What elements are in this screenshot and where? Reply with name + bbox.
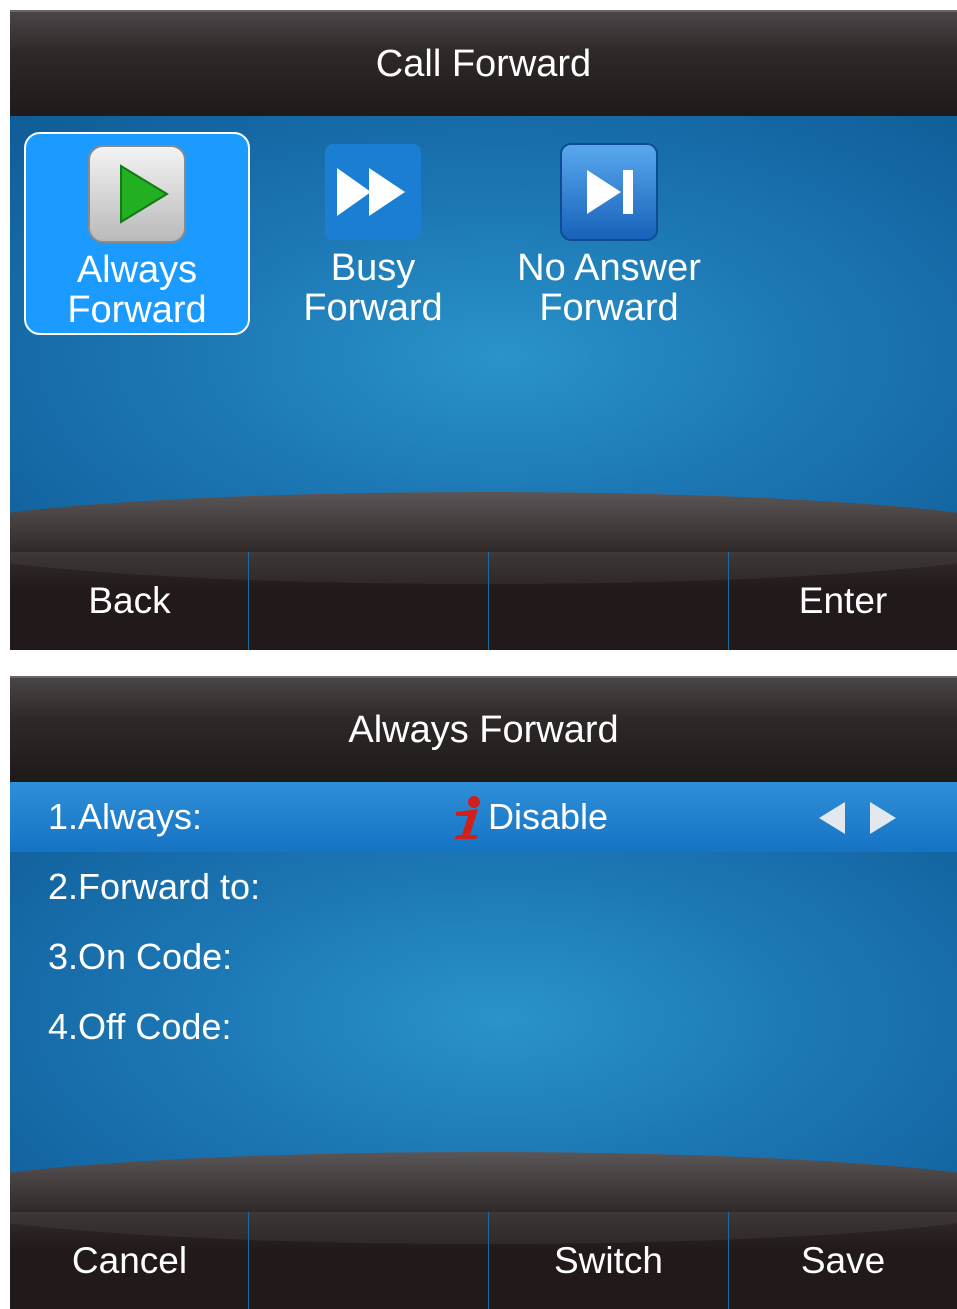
- softkey-bar: Cancel Switch Save: [10, 1152, 957, 1309]
- softkey-3[interactable]: [489, 552, 728, 650]
- menu-area: Always Forward Busy Forward No Answer Fo…: [10, 116, 957, 552]
- title-bar: Call Forward: [10, 10, 957, 116]
- field-label: 1.Always:: [48, 796, 203, 837]
- arrow-left-icon[interactable]: [815, 800, 849, 836]
- menu-item-always-forward[interactable]: Always Forward: [24, 132, 250, 335]
- list-item-always[interactable]: 1.Always: Disable: [10, 782, 957, 852]
- list-item-on-code[interactable]: 3.On Code:: [10, 922, 957, 992]
- list-item-off-code[interactable]: 4.Off Code:: [10, 992, 957, 1062]
- softkey-enter[interactable]: Enter: [729, 552, 957, 650]
- field-label: 2.Forward to:: [48, 866, 261, 907]
- softkey-switch[interactable]: Switch: [489, 1212, 728, 1309]
- menu-item-no-answer-forward[interactable]: No Answer Forward: [496, 132, 722, 335]
- info-icon: [454, 796, 480, 839]
- menu-item-label-line1: Always: [76, 249, 198, 291]
- always-forward-screen: Always Forward 1.Always: Disable 2.Forwa…: [10, 676, 957, 1309]
- menu-item-label-line1: Busy: [330, 247, 416, 289]
- page-title: Call Forward: [375, 43, 592, 85]
- menu-item-label-line2: Forward: [67, 289, 207, 331]
- menu-item-label-line2: Forward: [539, 287, 679, 329]
- field-label: 3.On Code:: [48, 936, 233, 977]
- menu-item-label-line1: No Answer: [517, 247, 701, 289]
- softkey-2[interactable]: [249, 552, 488, 650]
- skip-forward-icon: [560, 143, 658, 241]
- settings-list: 1.Always: Disable 2.Forward to: 3.On Cod…: [10, 782, 957, 1212]
- field-label: 4.Off Code:: [48, 1006, 232, 1047]
- softkey-bar: Back Enter: [10, 492, 957, 650]
- play-icon: [88, 145, 186, 243]
- page-title: Always Forward: [348, 709, 619, 751]
- softkey-back[interactable]: Back: [10, 552, 249, 650]
- softkey-save[interactable]: Save: [729, 1212, 957, 1309]
- always-value: Disable: [488, 796, 609, 837]
- call-forward-screen: Call Forward Always Forward Busy Forward…: [10, 10, 957, 650]
- arrow-right-icon[interactable]: [866, 800, 900, 836]
- list-item-forward-to[interactable]: 2.Forward to:: [10, 852, 957, 922]
- softkey-2[interactable]: [249, 1212, 488, 1309]
- softkey-cancel[interactable]: Cancel: [10, 1212, 249, 1309]
- title-bar: Always Forward: [10, 676, 957, 782]
- fast-forward-icon: [325, 144, 421, 240]
- menu-item-label-line2: Forward: [303, 287, 443, 329]
- menu-item-busy-forward[interactable]: Busy Forward: [260, 132, 486, 335]
